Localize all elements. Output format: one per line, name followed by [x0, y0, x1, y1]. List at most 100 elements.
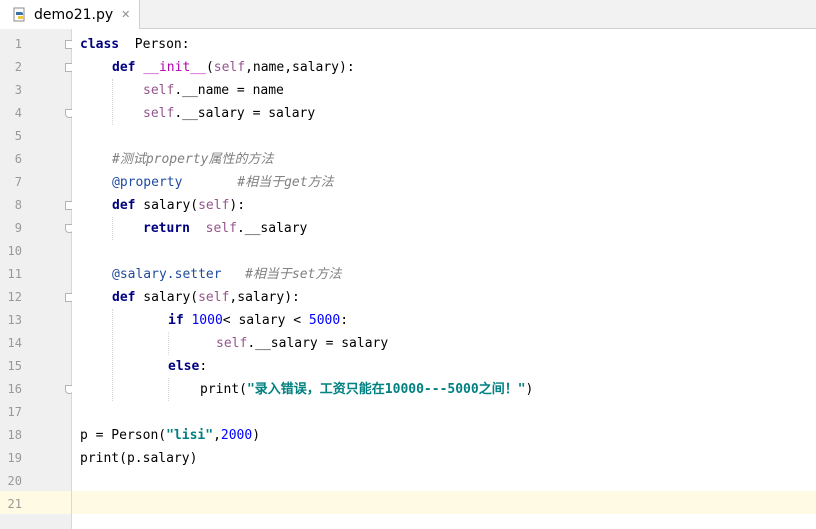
- code-text: ,: [213, 428, 221, 443]
- code-text: .__salary: [236, 221, 308, 236]
- line-number: 8: [14, 198, 22, 212]
- line-number: 14: [7, 336, 22, 350]
- code-text: Person:: [119, 37, 190, 52]
- code-line: if 1000< salary < 5000:: [168, 309, 348, 332]
- indent-guide: [168, 332, 169, 355]
- code-line: def __init__(self,name,salary):: [112, 56, 355, 79]
- keyword: def: [112, 198, 136, 213]
- string-literal: "lisi": [166, 428, 214, 443]
- line-number: 16: [7, 382, 22, 396]
- code-text: print(p.salary): [80, 451, 198, 466]
- keyword: return: [143, 221, 190, 236]
- line-number-gutter: 1 2 3 4 5 6 7 8 9 10 11 12 13 14 15 16 1…: [0, 29, 74, 529]
- self-keyword: self: [198, 290, 230, 305]
- line-number: 18: [7, 428, 22, 442]
- number-literal: 2000: [220, 428, 253, 443]
- indent-guide: [112, 217, 113, 240]
- line-number: 19: [7, 451, 22, 465]
- comment: 属性的方法: [208, 152, 274, 167]
- keyword: class: [80, 37, 120, 52]
- indent-guide: [112, 309, 113, 401]
- line-number: 13: [7, 313, 22, 327]
- indent-guide: [112, 79, 113, 125]
- self-keyword: self: [213, 60, 246, 75]
- code-line: self.__salary = salary: [143, 102, 315, 125]
- line-number: 20: [7, 474, 22, 488]
- editor-tab-bar: demo21.py ✕: [0, 0, 816, 29]
- decorator: @property: [112, 175, 183, 190]
- comment: #相当于: [237, 175, 285, 190]
- line-number: 11: [7, 267, 22, 281]
- code-text: ,salary):: [229, 290, 300, 305]
- line-number: 5: [14, 129, 22, 143]
- line-number: 12: [7, 290, 22, 304]
- code-text: salary(: [135, 198, 199, 213]
- code-text: ,name,salary):: [245, 60, 355, 75]
- line-number: 1: [14, 37, 22, 51]
- self-keyword: self: [143, 106, 175, 121]
- code-text: print(: [200, 382, 247, 397]
- line-number: 6: [14, 152, 22, 166]
- indent-guide: [168, 378, 169, 401]
- keyword: if: [168, 313, 184, 328]
- self-keyword: self: [205, 221, 237, 236]
- close-icon[interactable]: ✕: [121, 8, 130, 21]
- code-line: def salary(self,salary):: [112, 286, 300, 309]
- tab-label: demo21.py: [34, 6, 114, 23]
- keyword: else: [168, 359, 200, 374]
- code-line: @salary.setter #相当于set方法: [112, 263, 341, 286]
- comment: #相当于: [245, 267, 292, 282]
- code-text: .__salary = salary: [174, 106, 316, 121]
- line-number: 10: [7, 244, 22, 258]
- self-keyword: self: [198, 198, 230, 213]
- comment: 方法: [315, 267, 342, 282]
- current-line-highlight: [72, 491, 816, 514]
- comment: #测试: [112, 152, 146, 167]
- code-text: .__salary = salary: [247, 336, 389, 351]
- tab-demo21-py[interactable]: demo21.py ✕: [0, 0, 140, 29]
- code-line: class Person:: [80, 33, 190, 56]
- code-text: .__name = name: [174, 83, 284, 98]
- keyword: def: [112, 60, 136, 75]
- line-number: 9: [14, 221, 22, 235]
- decorator: @salary.setter: [112, 267, 222, 282]
- code-line: p = Person("lisi",2000): [80, 424, 260, 447]
- code-text: < salary <: [222, 313, 309, 328]
- code-text: p = Person(: [80, 428, 167, 443]
- comment-line: #测试property属性的方法: [112, 148, 273, 171]
- comment: 方法: [307, 175, 334, 190]
- number-literal: 5000: [308, 313, 341, 328]
- magic-method: __init__: [143, 60, 206, 75]
- code-line: return self.__salary: [143, 217, 307, 240]
- code-text: ):: [229, 198, 246, 213]
- code-line: print(p.salary): [80, 447, 197, 470]
- comment: set: [291, 267, 316, 282]
- code-text: ): [525, 382, 534, 397]
- comment: get: [284, 175, 308, 190]
- code-line: self.__name = name: [143, 79, 284, 102]
- line-number: 2: [14, 60, 22, 74]
- code-text: :: [199, 359, 208, 374]
- code-text: ): [252, 428, 261, 443]
- code-line: @property #相当于get方法: [112, 171, 334, 194]
- code-text: :: [340, 313, 349, 328]
- comment: property: [145, 152, 209, 167]
- line-number: 3: [14, 83, 22, 97]
- line-number: 21: [7, 497, 22, 511]
- self-keyword: self: [216, 336, 248, 351]
- string-literal: "录入错误，工资只能在10000---5000之间！": [246, 382, 526, 397]
- keyword: def: [112, 290, 136, 305]
- python-file-icon: [12, 7, 28, 23]
- line-number: 17: [7, 405, 22, 419]
- code-line: else:: [168, 355, 207, 378]
- code-editor[interactable]: class Person: def __init__(self,name,sal…: [72, 29, 816, 529]
- code-line: print("录入错误，工资只能在10000---5000之间！"): [200, 378, 533, 401]
- self-keyword: self: [143, 83, 175, 98]
- code-text: (: [205, 60, 214, 75]
- line-number: 15: [7, 359, 22, 373]
- code-line: self.__salary = salary: [216, 332, 388, 355]
- line-number: 4: [14, 106, 22, 120]
